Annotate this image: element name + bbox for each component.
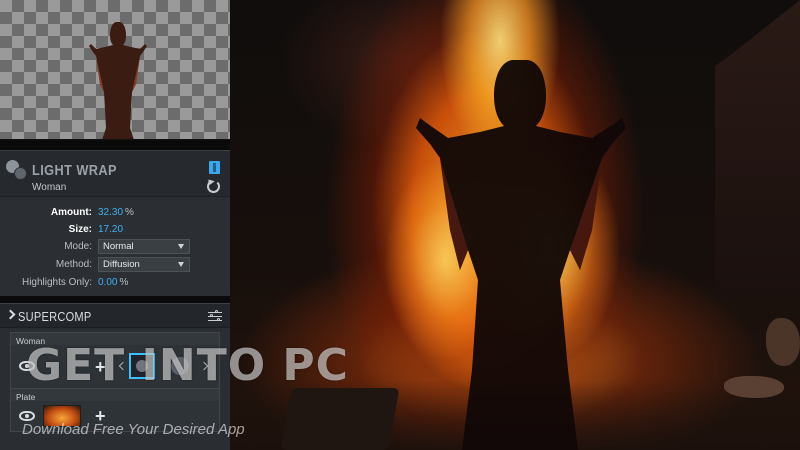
param-mode: Mode: Normal — [0, 239, 230, 255]
amount-value[interactable]: 32.30% — [98, 207, 134, 218]
param-method: Method: Diffusion — [0, 257, 230, 273]
toggle-icon[interactable] — [209, 161, 220, 174]
rock — [766, 318, 800, 366]
supercomp-header[interactable]: SUPERCOMP — [0, 304, 230, 328]
light-wrap-title: LIGHT WRAP — [32, 162, 117, 179]
light-wrap-header: LIGHT WRAP Woman — [0, 151, 230, 197]
param-highlights-only: Highlights Only: 0.00% — [0, 275, 230, 291]
param-label: Method: — [55, 259, 92, 270]
watermark-subtitle: Download Free Your Desired App — [22, 421, 245, 438]
chevron-right-icon[interactable] — [5, 309, 16, 320]
param-size: Size: 17.20 — [0, 222, 230, 238]
barn-silhouette — [715, 0, 800, 300]
param-label: Size: — [68, 224, 92, 235]
light-wrap-subtitle: Woman — [32, 182, 67, 193]
light-wrap-panel: LIGHT WRAP Woman Amount: 32.30% Size: 17… — [0, 150, 230, 296]
mode-select[interactable]: Normal — [98, 239, 190, 254]
param-label: Highlights Only: — [21, 277, 92, 288]
watermark-title: GET INTO PC — [26, 340, 349, 391]
chevron-down-icon — [178, 244, 184, 249]
settings-sliders-icon[interactable] — [208, 310, 222, 322]
light-wrap-logo-icon — [6, 160, 28, 182]
param-amount: Amount: 32.30% — [0, 205, 230, 221]
eye-icon[interactable] — [19, 411, 35, 421]
highlights-only-value[interactable]: 0.00% — [98, 277, 128, 288]
woman-matte-thumbnail — [89, 22, 147, 139]
reset-icon[interactable] — [207, 180, 220, 193]
rock — [724, 376, 784, 398]
supercomp-title: SUPERCOMP — [18, 309, 92, 324]
matte-preview[interactable] — [0, 0, 230, 140]
param-label: Mode: — [64, 241, 92, 252]
chevron-down-icon — [178, 262, 184, 267]
param-label: Amount: — [50, 207, 92, 218]
woman-silhouette — [416, 60, 626, 450]
method-select[interactable]: Diffusion — [98, 257, 190, 272]
size-value[interactable]: 17.20 — [98, 224, 123, 235]
